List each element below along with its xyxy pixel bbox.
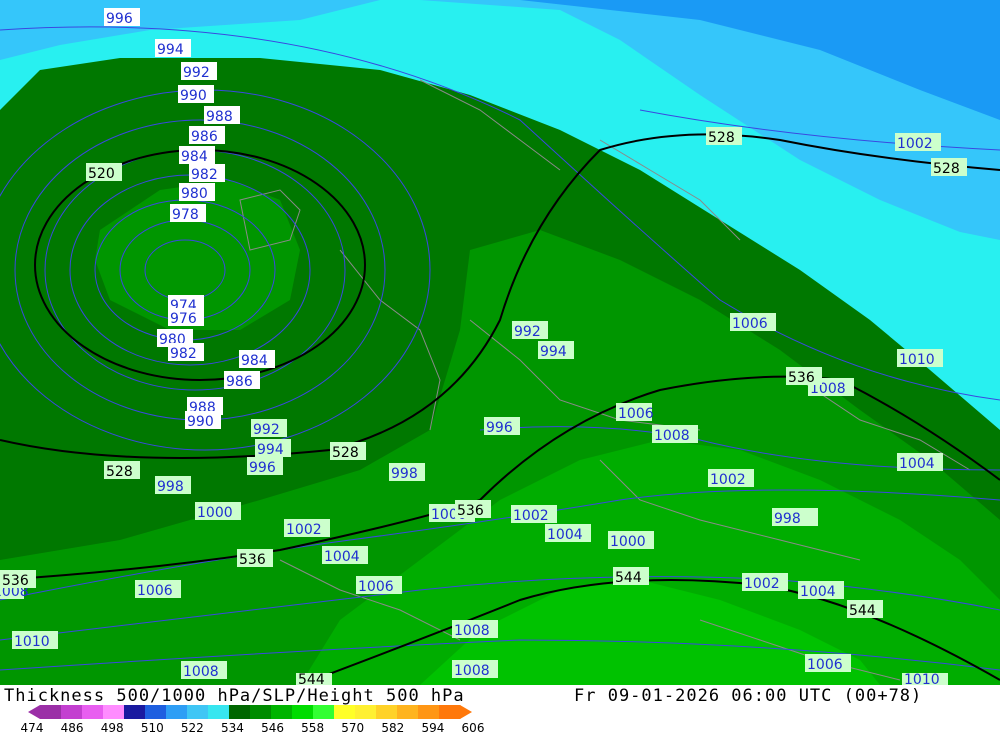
slp-label: 1010 xyxy=(14,634,50,650)
legend-tick-label: 474 xyxy=(21,721,44,733)
legend-swatch xyxy=(124,705,146,719)
thickness-label: 544 xyxy=(298,672,325,685)
legend-tick-label: 534 xyxy=(221,721,244,733)
slp-label: 1006 xyxy=(137,583,173,599)
thickness-label: 528 xyxy=(332,445,359,461)
slp-label: 998 xyxy=(774,511,801,527)
legend-tick-label: 522 xyxy=(181,721,204,733)
legend-swatch xyxy=(418,705,440,719)
slp-label: 988 xyxy=(206,109,233,125)
slp-label: 994 xyxy=(257,442,284,458)
legend-swatch xyxy=(166,705,188,719)
thickness-label: 528 xyxy=(106,464,133,480)
thickness-label: 544 xyxy=(849,603,876,619)
thickness-label: 544 xyxy=(615,570,642,586)
slp-label: 978 xyxy=(172,207,199,223)
slp-label: 994 xyxy=(157,42,184,58)
legend-tick-label: 498 xyxy=(101,721,124,733)
thickness-label: 536 xyxy=(788,370,815,386)
slp-label: 980 xyxy=(181,186,208,202)
legend-tick-label: 486 xyxy=(61,721,84,733)
slp-label: 1002 xyxy=(744,576,780,592)
legend-swatch xyxy=(313,705,335,719)
legend-tick-label: 558 xyxy=(301,721,324,733)
footer: Thickness 500/1000 hPa/SLP/Height 500 hP… xyxy=(0,685,1000,733)
slp-label: 984 xyxy=(241,353,268,369)
legend-swatch xyxy=(376,705,398,719)
slp-label: 1006 xyxy=(358,579,394,595)
thickness-label: 536 xyxy=(457,503,484,519)
legend-tick-label: 606 xyxy=(462,721,485,733)
slp-label: 1004 xyxy=(324,549,360,565)
slp-label: 992 xyxy=(183,65,210,81)
slp-label: 1000 xyxy=(610,534,646,550)
color-legend: 474 486 498 510 522 534 546 558 570 582 594 606 xyxy=(21,705,485,733)
legend-swatch xyxy=(250,705,272,719)
slp-label: 982 xyxy=(191,167,218,183)
slp-label: 996 xyxy=(486,420,513,436)
legend-tick-label: 594 xyxy=(421,721,444,733)
slp-label: 1010 xyxy=(899,352,935,368)
slp-label: 998 xyxy=(391,466,418,482)
legend-swatch xyxy=(397,705,419,719)
slp-label: 994 xyxy=(540,344,567,360)
legend-swatch xyxy=(439,705,461,719)
slp-label: 1004 xyxy=(800,584,836,600)
legend-swatch xyxy=(292,705,314,719)
slp-label: 1006 xyxy=(732,316,768,332)
legend-swatch xyxy=(208,705,230,719)
slp-label: 1010 xyxy=(904,672,940,685)
weather-map: 996 994 992 990 988 986 984 982 980 978 … xyxy=(0,0,1000,685)
slp-label: 986 xyxy=(226,374,253,390)
map-title: Thickness 500/1000 hPa/SLP/Height 500 hP… xyxy=(4,686,465,706)
slp-label: 1004 xyxy=(899,456,935,472)
slp-label: 1006 xyxy=(807,657,843,673)
legend-swatch xyxy=(271,705,293,719)
legend-swatch xyxy=(334,705,356,719)
legend-swatch xyxy=(187,705,209,719)
slp-label: 990 xyxy=(180,88,207,104)
legend-swatch xyxy=(145,705,167,719)
slp-label: 982 xyxy=(170,346,197,362)
slp-label: 1002 xyxy=(286,522,322,538)
slp-label: 992 xyxy=(253,422,280,438)
thickness-label: 528 xyxy=(933,161,960,177)
legend-arrow-left xyxy=(28,705,40,719)
legend-swatch xyxy=(229,705,251,719)
slp-label: 1008 xyxy=(454,663,490,679)
slp-label: 1004 xyxy=(547,527,583,543)
slp-label: 1008 xyxy=(454,623,490,639)
slp-label: 1006 xyxy=(618,406,654,422)
slp-label: 998 xyxy=(157,479,184,495)
legend-arrow-right xyxy=(460,705,472,719)
slp-label: 986 xyxy=(191,129,218,145)
legend-swatch xyxy=(103,705,125,719)
slp-label: 996 xyxy=(106,11,133,27)
thickness-label: 536 xyxy=(239,552,266,568)
thickness-label: 528 xyxy=(708,130,735,146)
legend-swatch xyxy=(61,705,83,719)
thickness-label: 520 xyxy=(88,166,115,182)
slp-label: 1002 xyxy=(710,472,746,488)
slp-label: 996 xyxy=(249,460,276,476)
legend-tick-label: 582 xyxy=(381,721,404,733)
legend-tick-label: 546 xyxy=(261,721,284,733)
legend-tick-label: 570 xyxy=(341,721,364,733)
slp-label: 1002 xyxy=(513,508,549,524)
slp-label: 990 xyxy=(187,414,214,430)
legend-swatch xyxy=(82,705,104,719)
slp-label: 1008 xyxy=(183,664,219,680)
slp-label: 1002 xyxy=(897,136,933,152)
slp-label: 984 xyxy=(181,149,208,165)
legend-swatch xyxy=(355,705,377,719)
slp-label: 976 xyxy=(170,311,197,327)
thickness-label: 536 xyxy=(2,573,29,589)
legend-swatch xyxy=(40,705,62,719)
legend-tick-label: 510 xyxy=(141,721,164,733)
slp-label: 992 xyxy=(514,324,541,340)
forecast-time: Fr 09-01-2026 06:00 UTC (00+78) xyxy=(574,686,923,706)
slp-label: 1008 xyxy=(654,428,690,444)
slp-label: 1000 xyxy=(197,505,233,521)
